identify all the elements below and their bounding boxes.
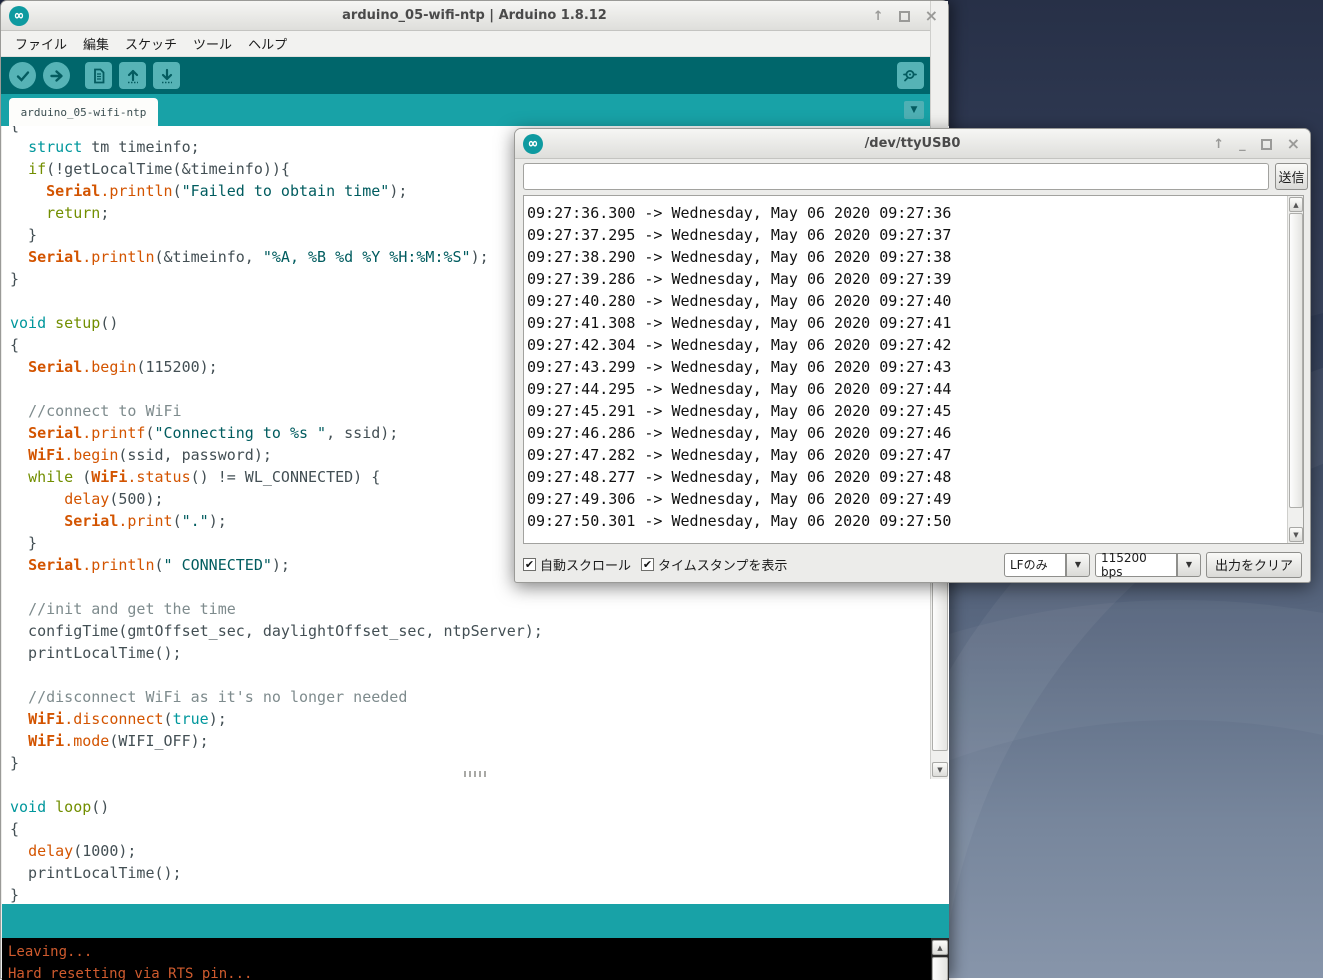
- arrow-up-icon: [125, 68, 141, 84]
- menu-スケッチ[interactable]: スケッチ: [117, 31, 185, 56]
- code-line: {: [10, 818, 931, 840]
- serial-monitor-window: ∞ /dev/ttyUSB0 ↑ _ × 送信 09:27:36.300 -> …: [514, 128, 1311, 583]
- magnifier-icon: [902, 67, 919, 84]
- serial-line: 09:27:48.277 -> Wednesday, May 06 2020 0…: [527, 466, 1287, 488]
- baud-rate-select[interactable]: 115200 bps: [1095, 553, 1177, 577]
- serial-scrollbar-thumb[interactable]: [1289, 213, 1303, 508]
- serial-line: 09:27:45.291 -> Wednesday, May 06 2020 0…: [527, 400, 1287, 422]
- serial-line: 09:27:37.295 -> Wednesday, May 06 2020 0…: [527, 224, 1287, 246]
- code-line: printLocalTime();: [10, 862, 931, 884]
- serial-line: 09:27:49.306 -> Wednesday, May 06 2020 0…: [527, 488, 1287, 510]
- serial-monitor-controls: ✔ 自動スクロール ✔ タイムスタンプを表示 LFのみ ▼ 115200 bps…: [515, 546, 1310, 583]
- console-line: Leaving...: [8, 941, 943, 963]
- split-handle[interactable]: [464, 771, 486, 777]
- document-icon: [91, 68, 107, 84]
- serial-output-area: 09:27:36.300 -> Wednesday, May 06 2020 0…: [523, 195, 1304, 544]
- serial-line: 09:27:47.282 -> Wednesday, May 06 2020 0…: [527, 444, 1287, 466]
- shade-icon[interactable]: ↑: [1213, 138, 1224, 151]
- serial-line: 09:27:40.280 -> Wednesday, May 06 2020 0…: [527, 290, 1287, 312]
- serial-line: 09:27:46.286 -> Wednesday, May 06 2020 0…: [527, 422, 1287, 444]
- serial-line: 09:27:36.300 -> Wednesday, May 06 2020 0…: [527, 202, 1287, 224]
- clear-output-button[interactable]: 出力をクリア: [1206, 552, 1302, 578]
- close-icon[interactable]: ×: [1287, 136, 1300, 152]
- serial-window-title: /dev/ttyUSB0: [515, 136, 1310, 151]
- maximize-icon[interactable]: [899, 11, 910, 22]
- serial-line: 09:27:50.301 -> Wednesday, May 06 2020 0…: [527, 510, 1287, 532]
- console-scrollbar[interactable]: ▲: [931, 938, 949, 980]
- save-button[interactable]: [153, 62, 180, 89]
- serial-line: 09:27:42.304 -> Wednesday, May 06 2020 0…: [527, 334, 1287, 356]
- code-line: [10, 774, 931, 796]
- verify-button[interactable]: [9, 62, 36, 89]
- build-console: Leaving...Hard resetting via RTS pin... …: [2, 938, 949, 980]
- scroll-down-icon[interactable]: ▼: [932, 762, 948, 777]
- code-line: printLocalTime();: [10, 642, 931, 664]
- arduino-logo-icon: ∞: [523, 134, 543, 154]
- status-bar: [2, 904, 949, 938]
- timestamp-label: タイムスタンプを表示: [658, 555, 787, 574]
- maximize-icon[interactable]: [1261, 139, 1272, 150]
- code-line: void loop(): [10, 796, 931, 818]
- autoscroll-label: 自動スクロール: [540, 555, 631, 574]
- code-line: //init and get the time: [10, 598, 931, 620]
- scroll-down-icon[interactable]: ▼: [1289, 527, 1303, 542]
- line-ending-dropdown-icon[interactable]: ▼: [1066, 553, 1090, 577]
- menu-編集[interactable]: 編集: [75, 31, 117, 56]
- serial-title-bar[interactable]: ∞ /dev/ttyUSB0 ↑ _ ×: [515, 129, 1310, 159]
- tab-list-dropdown[interactable]: ▼: [904, 101, 924, 119]
- code-line: WiFi.disconnect(true);: [10, 708, 931, 730]
- close-icon[interactable]: ×: [925, 8, 938, 24]
- arduino-logo-icon: ∞: [9, 6, 29, 26]
- new-sketch-button[interactable]: [85, 62, 112, 89]
- serial-send-input[interactable]: [523, 163, 1269, 190]
- code-line: }: [10, 884, 931, 904]
- autoscroll-option[interactable]: ✔ 自動スクロール: [523, 555, 631, 574]
- serial-output: 09:27:36.300 -> Wednesday, May 06 2020 0…: [524, 196, 1287, 543]
- ide-window-title: arduino_05-wifi-ntp | Arduino 1.8.12: [1, 8, 948, 23]
- serial-line: 09:27:41.308 -> Wednesday, May 06 2020 0…: [527, 312, 1287, 334]
- code-line: //disconnect WiFi as it's no longer need…: [10, 686, 931, 708]
- menu-ヘルプ[interactable]: ヘルプ: [240, 31, 295, 56]
- code-line: configTime(gmtOffset_sec, daylightOffset…: [10, 620, 931, 642]
- serial-line: 09:27:39.286 -> Wednesday, May 06 2020 0…: [527, 268, 1287, 290]
- tab-arduino-05-wifi-ntp[interactable]: arduino_05-wifi-ntp: [9, 98, 158, 126]
- console-scrollbar-thumb[interactable]: [932, 957, 948, 980]
- menu-bar: ファイル編集スケッチツールヘルプ: [1, 31, 948, 57]
- timestamp-option[interactable]: ✔ タイムスタンプを表示: [641, 555, 787, 574]
- scroll-up-icon[interactable]: ▲: [932, 940, 948, 955]
- serial-line: 09:27:44.295 -> Wednesday, May 06 2020 0…: [527, 378, 1287, 400]
- serial-line: 09:27:38.290 -> Wednesday, May 06 2020 0…: [527, 246, 1287, 268]
- menu-ファイル[interactable]: ファイル: [7, 31, 75, 56]
- serial-line: 09:27:43.299 -> Wednesday, May 06 2020 0…: [527, 356, 1287, 378]
- chevron-down-icon: ▼: [911, 105, 918, 115]
- code-line: delay(1000);: [10, 840, 931, 862]
- code-line: [10, 664, 931, 686]
- upload-button[interactable]: [43, 62, 70, 89]
- serial-monitor-button[interactable]: [897, 62, 924, 89]
- timestamp-checkbox[interactable]: ✔: [641, 558, 654, 571]
- open-button[interactable]: [119, 62, 146, 89]
- minimize-icon[interactable]: _: [1239, 138, 1246, 151]
- send-button[interactable]: 送信: [1275, 163, 1308, 190]
- autoscroll-checkbox[interactable]: ✔: [523, 558, 536, 571]
- check-icon: [15, 68, 31, 84]
- toolbar: [1, 57, 948, 94]
- serial-scrollbar[interactable]: ▲ ▼: [1287, 196, 1303, 543]
- tab-bar: arduino_05-wifi-ntp ▼: [1, 94, 948, 126]
- line-ending-select[interactable]: LFのみ: [1004, 553, 1066, 577]
- ide-title-bar[interactable]: ∞ arduino_05-wifi-ntp | Arduino 1.8.12 ↑…: [1, 1, 948, 31]
- scroll-up-icon[interactable]: ▲: [1289, 197, 1303, 212]
- baud-rate-dropdown-icon[interactable]: ▼: [1177, 553, 1201, 577]
- menu-ツール[interactable]: ツール: [185, 31, 240, 56]
- code-line: WiFi.mode(WIFI_OFF);: [10, 730, 931, 752]
- console-output: Leaving...Hard resetting via RTS pin...: [2, 938, 949, 980]
- shade-icon[interactable]: ↑: [873, 10, 884, 23]
- arrow-right-icon: [49, 68, 65, 84]
- console-line: Hard resetting via RTS pin...: [8, 963, 943, 980]
- arrow-down-icon: [159, 68, 175, 84]
